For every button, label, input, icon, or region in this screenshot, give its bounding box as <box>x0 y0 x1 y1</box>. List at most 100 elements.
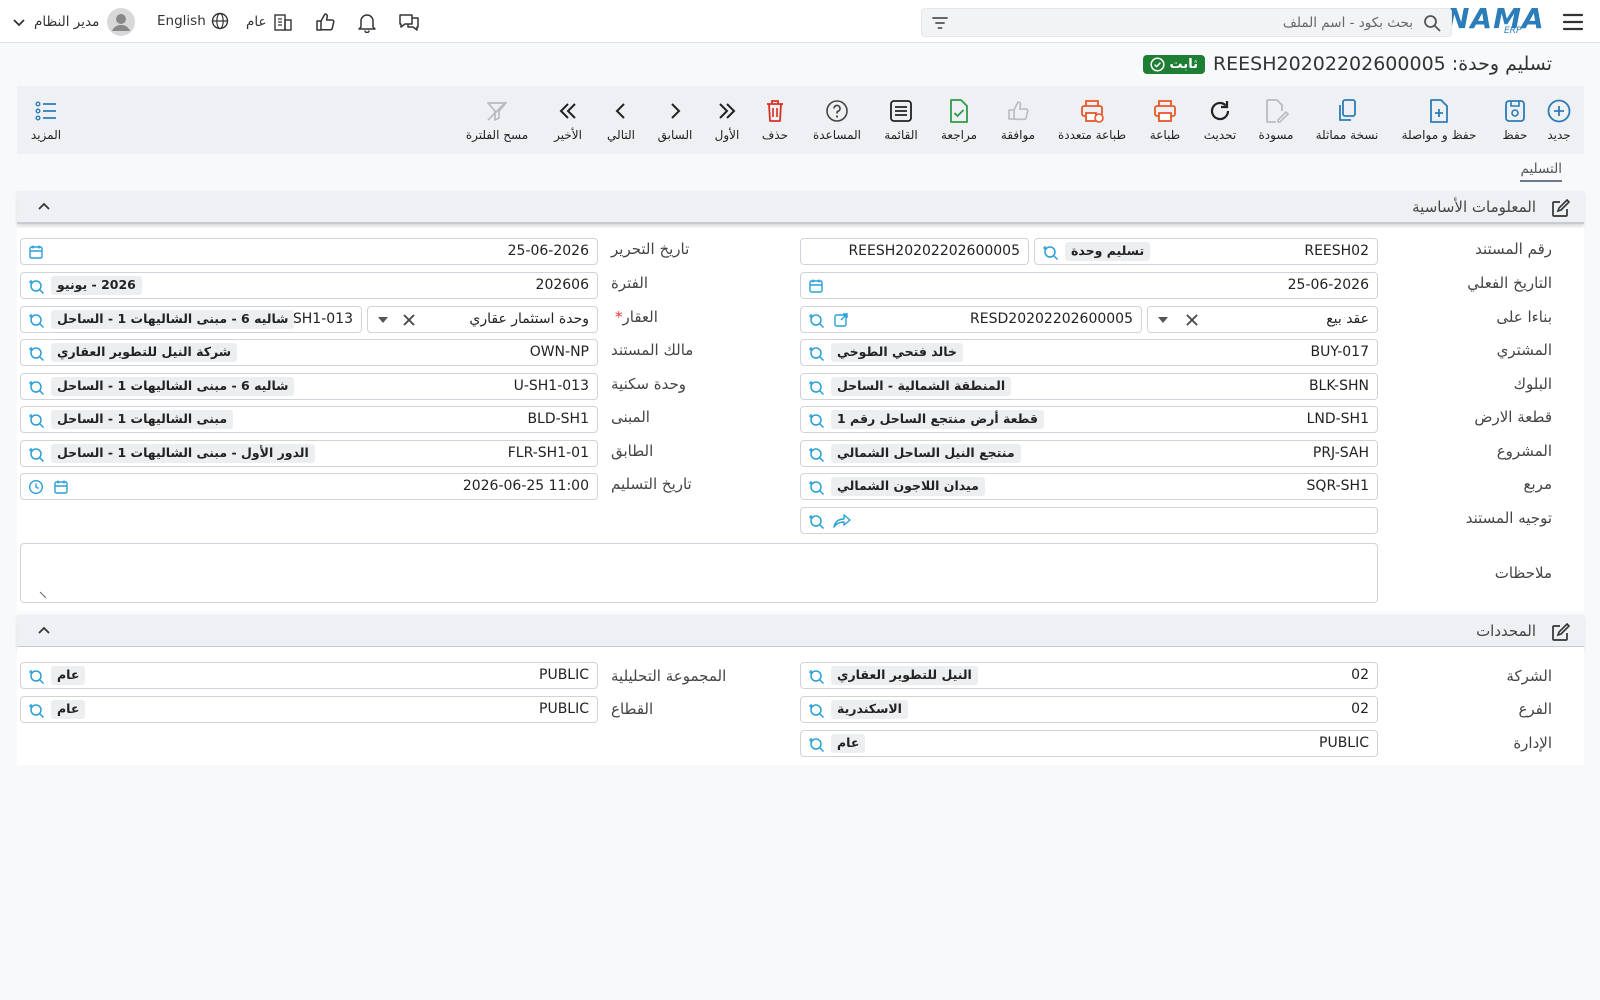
chevron-up-icon[interactable] <box>37 625 51 635</box>
label-housing-unit: وحدة سكنية <box>611 375 686 393</box>
clear-x-icon[interactable] <box>402 313 416 327</box>
print-button[interactable]: طباعة <box>1143 86 1187 154</box>
lookup-search-icon[interactable] <box>808 702 826 720</box>
clock-icon[interactable] <box>28 479 44 495</box>
draft-button[interactable]: مسودة <box>1254 86 1298 154</box>
more-button[interactable]: المزيد <box>27 86 65 154</box>
filter-icon[interactable] <box>931 15 949 31</box>
clear-x-icon[interactable] <box>1185 313 1199 327</box>
language-switch[interactable]: English <box>157 12 229 30</box>
duplicate-button[interactable]: نسخة مماثلة <box>1312 86 1382 154</box>
lookup-search-icon[interactable] <box>808 736 826 754</box>
lookup-search-icon[interactable] <box>1042 244 1060 262</box>
edit-icon <box>1550 623 1570 643</box>
lookup-search-icon[interactable] <box>28 702 46 720</box>
label-company: الشركة <box>1506 667 1552 685</box>
lookup-search-icon[interactable] <box>808 412 826 430</box>
tab-delivery[interactable]: التسليم <box>1520 161 1562 182</box>
last-record-button[interactable]: الأخير <box>548 86 588 154</box>
lookup-search-icon[interactable] <box>28 412 46 430</box>
lookup-search-icon[interactable] <box>28 446 46 464</box>
floor-field[interactable]: FLR-SH1-01 الدور الأول - مبنى الشاليهات … <box>20 440 598 467</box>
lookup-search-icon[interactable] <box>808 479 826 497</box>
calendar-icon[interactable] <box>808 278 824 294</box>
based-on-value-field[interactable]: RESD20202202600005 <box>800 306 1142 333</box>
notes-textarea[interactable] <box>20 543 1378 603</box>
property-type-select[interactable]: وحدة استثمار عقاري <box>367 306 598 333</box>
previous-record-button[interactable]: السابق <box>653 86 697 154</box>
hamburger-menu-icon[interactable] <box>1562 12 1584 32</box>
lookup-search-icon[interactable] <box>808 345 826 363</box>
section-basic-info[interactable]: المعلومات الأساسية <box>17 191 1584 224</box>
lookup-search-icon[interactable] <box>808 446 826 464</box>
first-record-button[interactable]: الأول <box>707 86 747 154</box>
status-badge: ثابت <box>1142 54 1205 74</box>
doc-routing-field[interactable] <box>800 507 1378 534</box>
caret-down-icon[interactable] <box>1158 317 1168 323</box>
lookup-search-icon[interactable] <box>808 513 826 531</box>
land-plot-field[interactable]: LND-SH1 قطعة أرض منتجع الساحل رقم 1 <box>800 406 1378 433</box>
bell-icon[interactable] <box>356 11 378 33</box>
external-link-icon[interactable] <box>833 312 849 328</box>
owner-field[interactable]: OWN-NP شركة النيل للتطوير العقاري <box>20 339 598 366</box>
actual-date-field[interactable]: 25-06-2026 <box>800 272 1378 299</box>
housing-unit-field[interactable]: U-SH1-013 شاليه 6 - مبنى الشاليهات 1 - ا… <box>20 373 598 400</box>
save-button[interactable]: حفظ <box>1495 86 1535 154</box>
share-forward-icon[interactable] <box>833 513 851 529</box>
help-button[interactable]: المساعدة <box>809 86 865 154</box>
calendar-icon[interactable] <box>28 244 44 260</box>
clear-filter-button[interactable]: مسح الفلترة <box>465 86 529 154</box>
save-continue-button[interactable]: حفظ و مواصلة <box>1397 86 1481 154</box>
label-project: المشروع <box>1496 442 1552 460</box>
search-input[interactable]: بحث بكود - اسم الملف <box>921 8 1452 37</box>
lookup-search-icon[interactable] <box>28 278 46 296</box>
delivery-date-field[interactable]: 2026-06-25 11:00 <box>20 473 598 500</box>
calendar-icon[interactable] <box>53 479 69 495</box>
branch-field[interactable]: 02 الاسكندرية <box>800 696 1378 723</box>
multi-print-button[interactable]: طباعة متعددة <box>1053 86 1131 154</box>
square-field[interactable]: SQR-SH1 ميدان اللاجون الشمالي <box>800 473 1378 500</box>
doc-code-field[interactable]: REESH02 تسليم وحدة <box>1034 238 1378 265</box>
user-menu[interactable]: مدير النظام <box>12 8 136 36</box>
property-field[interactable]: U-SH1-013 شاليه 6 - مبنى الشاليهات 1 - ا… <box>20 306 362 333</box>
based-on-type-select[interactable]: عقد بيع <box>1147 306 1378 333</box>
doc-number-field[interactable]: REESH20202202600005 <box>800 238 1029 265</box>
delete-button[interactable]: حذف <box>754 86 796 154</box>
resize-handle-icon[interactable] <box>39 591 47 599</box>
block-field[interactable]: BLK-SHN المنطقة الشمالية - الساحل <box>800 373 1378 400</box>
buyer-field[interactable]: BUY-017 خالد فتحي الطوخي <box>800 339 1378 366</box>
page-title: تسليم وحدة: REESH20202202600005 <box>1212 53 1552 75</box>
period-field[interactable]: 202606 2026 - يونيو <box>20 272 598 299</box>
lookup-search-icon[interactable] <box>808 379 826 397</box>
lookup-search-icon[interactable] <box>28 345 46 363</box>
lookup-search-icon[interactable] <box>808 312 826 330</box>
chat-icon[interactable] <box>397 11 421 33</box>
chevron-up-icon[interactable] <box>37 201 51 211</box>
section-dimensions[interactable]: المحددات <box>17 615 1584 648</box>
edit-date-field[interactable]: 25-06-2026 <box>20 238 598 265</box>
thumbs-up-icon[interactable] <box>314 11 336 33</box>
project-field[interactable]: PRJ-SAH منتجع النيل الساحل الشمالي <box>800 440 1378 467</box>
company-field[interactable]: 02 النيل للتطوير العقاري <box>800 662 1378 689</box>
list-button[interactable]: القائمة <box>877 86 925 154</box>
caret-down-icon[interactable] <box>378 317 388 323</box>
building-field[interactable]: BLD-SH1 مبنى الشاليهات 1 - الساحل <box>20 406 598 433</box>
lookup-search-icon[interactable] <box>28 668 46 686</box>
department-field[interactable]: PUBLIC عام <box>800 730 1378 757</box>
new-button[interactable]: جديد <box>1541 86 1577 154</box>
lookup-search-icon[interactable] <box>28 379 46 397</box>
next-record-button[interactable]: التالي <box>601 86 641 154</box>
company-switch[interactable]: عام <box>246 12 293 32</box>
label-analytic-group: المجموعة التحليلية <box>611 667 727 685</box>
analytic-group-field[interactable]: PUBLIC عام <box>20 662 598 689</box>
label-delivery-date: تاريخ التسليم <box>611 475 692 493</box>
brand-logo[interactable]: NAMA ERP <box>1446 2 1550 40</box>
sector-field[interactable]: PUBLIC عام <box>20 696 598 723</box>
lookup-search-icon[interactable] <box>808 668 826 686</box>
chevrons-left-icon <box>559 103 576 119</box>
chevron-down-icon <box>13 19 25 27</box>
lookup-search-icon[interactable] <box>28 312 46 330</box>
approve-button[interactable]: موافقة <box>994 86 1042 154</box>
refresh-button[interactable]: تحديث <box>1198 86 1242 154</box>
review-button[interactable]: مراجعة <box>935 86 983 154</box>
